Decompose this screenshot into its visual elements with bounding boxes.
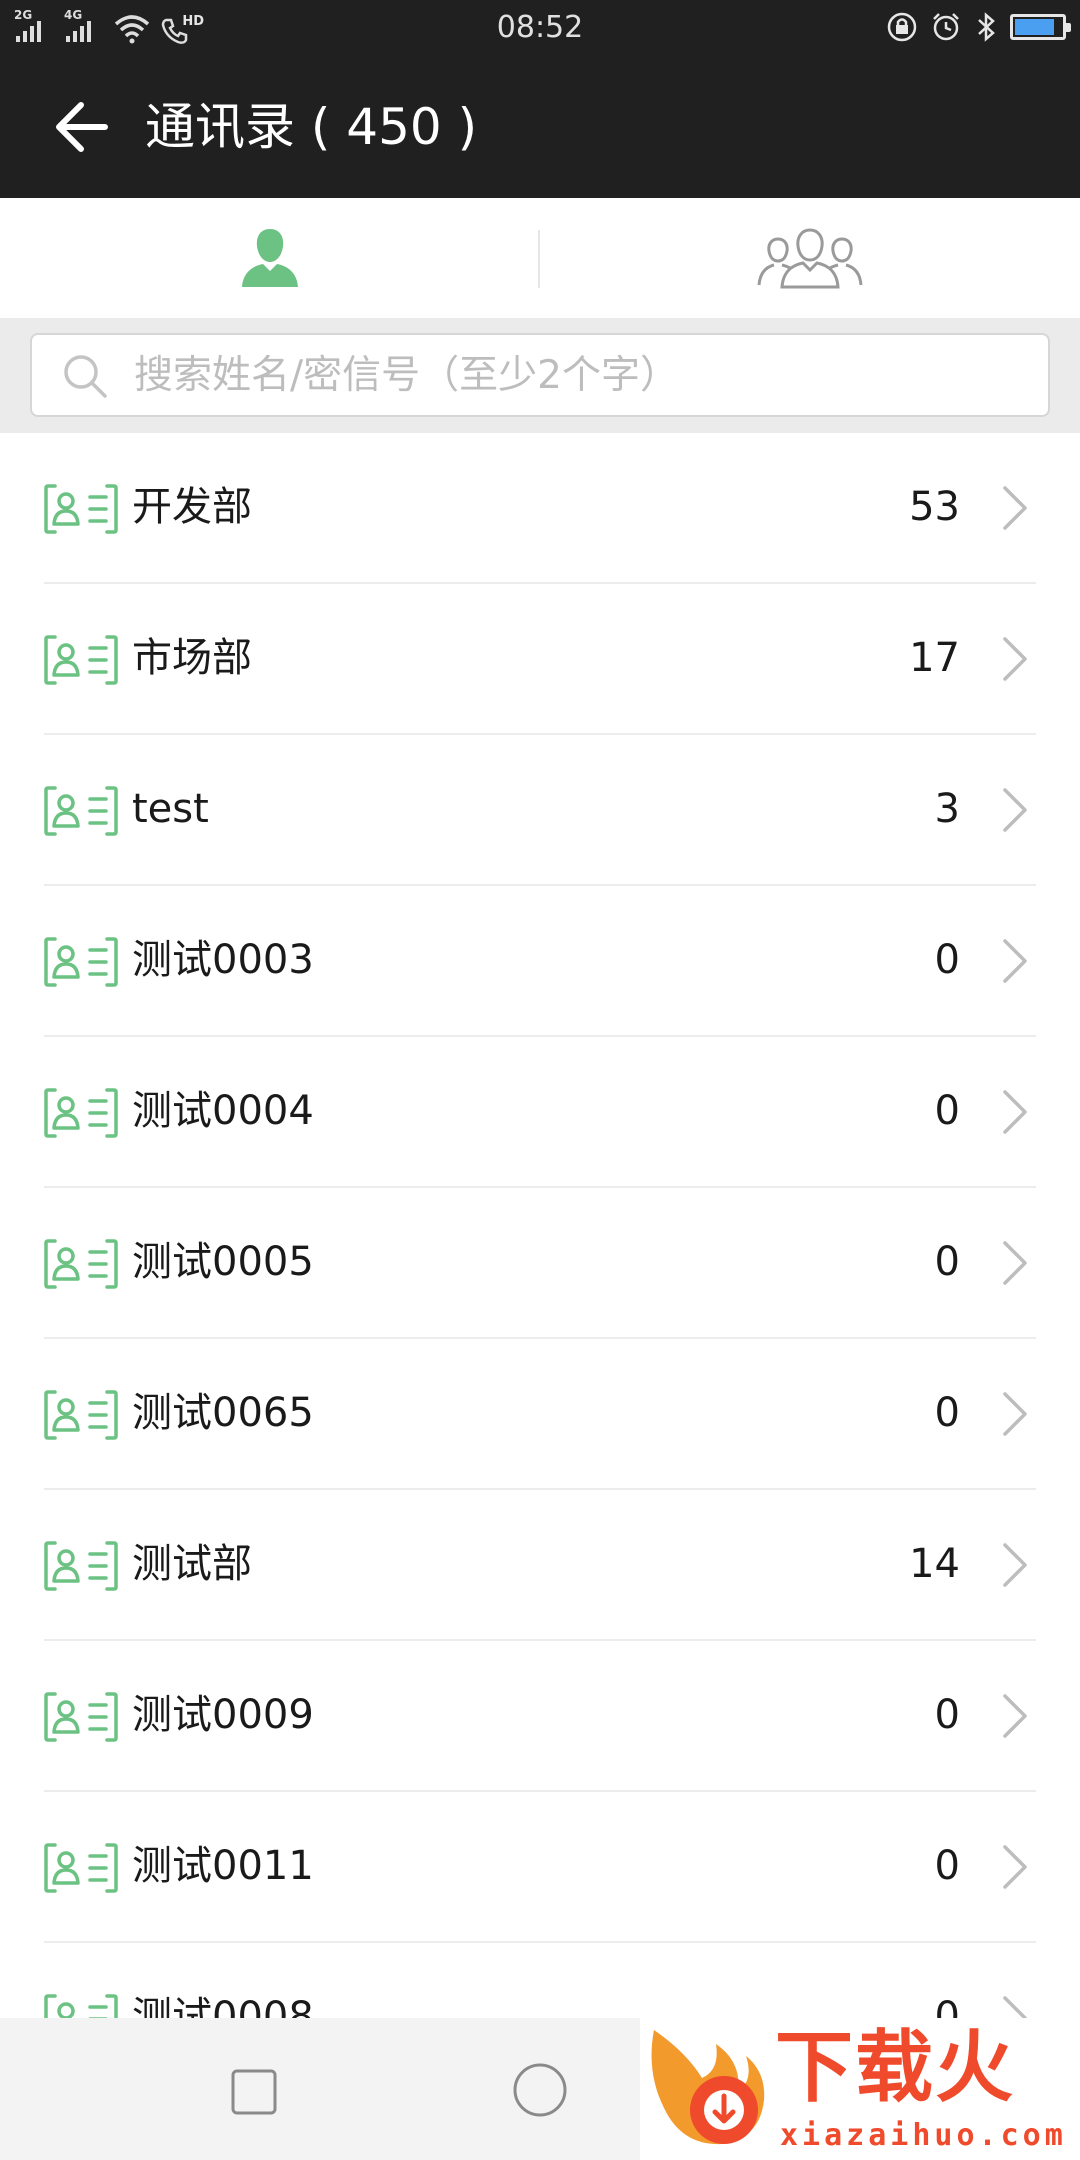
status-left-icons: 2G 4G HD [14, 8, 204, 44]
status-right-icons [886, 10, 1071, 44]
department-member-count: 0 [934, 1692, 960, 1738]
back-arrow-icon [56, 102, 108, 152]
tab-groups[interactable] [540, 198, 1080, 318]
department-card-icon [44, 1843, 118, 1893]
department-name: 测试0009 [132, 1692, 314, 1738]
group-icon [757, 228, 863, 289]
department-row[interactable]: 测试部 14 [0, 1490, 1080, 1641]
department-member-count: 0 [934, 1843, 960, 1889]
department-card-icon [44, 1692, 118, 1742]
department-member-count: 14 [909, 1541, 960, 1587]
battery-level [1015, 19, 1054, 35]
tab-contacts[interactable] [0, 198, 540, 318]
department-name: 测试0004 [132, 1088, 314, 1134]
circle-icon [513, 2063, 567, 2117]
search-area: 搜索姓名/密信号（至少2个字） [0, 318, 1080, 433]
department-row[interactable]: 开发部 53 [0, 433, 1080, 584]
hd-call-icon: HD [160, 14, 204, 44]
department-row[interactable]: 市场部 17 [0, 584, 1080, 735]
status-bar: 2G 4G HD 08:52 [0, 0, 1080, 55]
chevron-right-icon [1003, 1694, 1027, 1738]
search-icon [64, 355, 107, 398]
department-name: 测试0011 [132, 1843, 314, 1889]
department-name: test [132, 786, 209, 832]
department-card-icon [44, 786, 118, 836]
signal-2g-icon: 2G [14, 8, 54, 44]
chevron-right-icon [1003, 939, 1027, 983]
department-row[interactable]: test 3 [0, 735, 1080, 886]
department-name: 测试0065 [132, 1390, 314, 1436]
signal-4g-icon: 4G [64, 8, 104, 44]
department-card-icon [44, 937, 118, 987]
watermark: 下载火 xiazaihuo.com [640, 2018, 1080, 2160]
department-row[interactable]: 测试0005 0 [0, 1188, 1080, 1339]
chevron-right-icon [1003, 1845, 1027, 1889]
battery-icon [1010, 14, 1071, 40]
recent-apps-button[interactable] [218, 2056, 290, 2128]
chevron-right-icon [1003, 1090, 1027, 1134]
department-name: 市场部 [132, 635, 252, 681]
department-member-count: 0 [934, 1239, 960, 1285]
person-icon [242, 229, 298, 287]
department-member-count: 0 [934, 1088, 960, 1134]
chevron-right-icon [1003, 637, 1027, 681]
chevron-right-icon [1003, 1241, 1027, 1285]
hd-label: HD [182, 14, 204, 29]
department-member-count: 0 [934, 1390, 960, 1436]
department-list: 开发部 53 市场部 17 test 3 测试0003 0 测试0004 0 测… [0, 433, 1080, 2094]
department-name: 测试0003 [132, 937, 314, 983]
chevron-right-icon [1003, 788, 1027, 832]
network-type-label: 2G [14, 8, 33, 22]
chevron-right-icon [1003, 1543, 1027, 1587]
department-row[interactable]: 测试0009 0 [0, 1641, 1080, 1792]
department-card-icon [44, 1390, 118, 1440]
department-member-count: 17 [909, 635, 960, 681]
contact-tabs [0, 198, 1080, 318]
department-name: 测试部 [132, 1541, 252, 1587]
department-name: 开发部 [132, 484, 252, 530]
back-button[interactable] [50, 97, 116, 157]
department-card-icon [44, 1088, 118, 1138]
chevron-right-icon [1003, 486, 1027, 530]
department-card-icon [44, 635, 118, 685]
department-card-icon [44, 1239, 118, 1289]
page-title: 通讯录 ( 450 ) [145, 98, 478, 156]
wifi-icon [114, 15, 150, 44]
network-type-label: 4G [64, 8, 83, 22]
alarm-icon [933, 13, 959, 41]
department-row[interactable]: 测试0004 0 [0, 1037, 1080, 1188]
search-input[interactable]: 搜索姓名/密信号（至少2个字） [30, 333, 1050, 417]
square-icon [231, 2069, 277, 2115]
watermark-brand: 下载火 [775, 2023, 1016, 2113]
flame-logo-icon [651, 2030, 765, 2145]
department-card-icon [44, 484, 118, 534]
watermark-domain: xiazaihuo.com [780, 2118, 1067, 2153]
department-member-count: 53 [909, 484, 960, 530]
home-button[interactable] [502, 2052, 578, 2128]
rotation-lock-icon [887, 12, 917, 42]
department-row[interactable]: 测试0065 0 [0, 1339, 1080, 1490]
search-placeholder: 搜索姓名/密信号（至少2个字） [134, 353, 679, 398]
title-bar: 通讯录 ( 450 ) [0, 55, 1080, 198]
department-row[interactable]: 测试0003 0 [0, 886, 1080, 1037]
chevron-right-icon [1003, 1392, 1027, 1436]
department-card-icon [44, 1541, 118, 1591]
department-member-count: 0 [934, 937, 960, 983]
department-name: 测试0005 [132, 1239, 314, 1285]
bluetooth-icon [978, 12, 995, 42]
department-member-count: 3 [934, 786, 960, 832]
department-row[interactable]: 测试0011 0 [0, 1792, 1080, 1943]
